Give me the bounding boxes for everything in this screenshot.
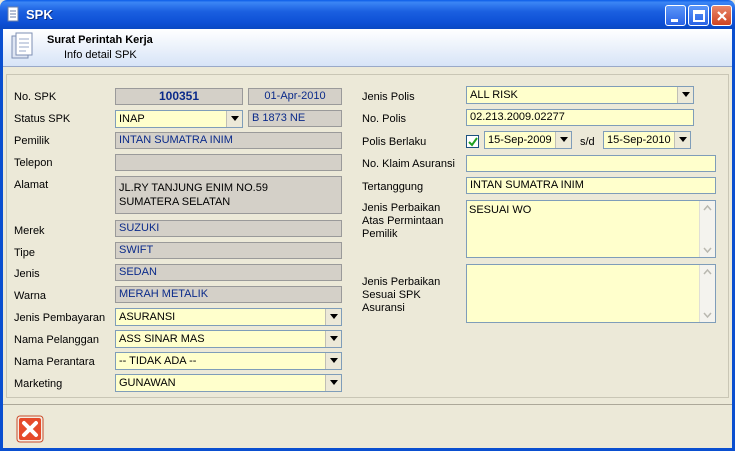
merek-field: SUZUKI: [115, 220, 342, 237]
no-klaim-input[interactable]: [466, 155, 716, 172]
berlaku-dari-picker[interactable]: 15-Sep-2009: [484, 131, 572, 149]
perbaikan-asuransi-textarea[interactable]: [466, 264, 716, 323]
chevron-down-icon[interactable]: [674, 132, 690, 148]
chevron-down-icon[interactable]: [325, 353, 341, 369]
chevron-down-icon[interactable]: [677, 87, 693, 103]
jenis-polis-label: Jenis Polis: [362, 91, 415, 103]
perbaikan-asuransi-scrollbar[interactable]: [699, 265, 715, 322]
warna-field: MERAH METALIK: [115, 286, 342, 303]
document-icon: [7, 6, 19, 22]
nopol-field: B 1873 NE: [248, 110, 342, 127]
pemilik-label: Pemilik: [14, 135, 50, 147]
close-form-button[interactable]: [16, 415, 44, 443]
header-band: Surat Perintah Kerja Info detail SPK: [3, 29, 732, 67]
berlaku-sampai-picker[interactable]: 15-Sep-2010: [603, 131, 691, 149]
tipe-label: Tipe: [14, 247, 35, 259]
pembayaran-select[interactable]: ASURANSI: [115, 308, 342, 326]
close-x-icon: [16, 415, 44, 443]
pelanggan-value: ASS SINAR MAS: [119, 333, 205, 345]
header-subtitle: Info detail SPK: [64, 49, 137, 61]
perbaikan-pemilik-value: SESUAI WO: [469, 204, 532, 216]
scroll-up-icon[interactable]: [700, 265, 715, 280]
chevron-down-icon[interactable]: [325, 309, 341, 325]
warna-label: Warna: [14, 290, 46, 302]
perantara-select[interactable]: -- TIDAK ADA --: [115, 352, 342, 370]
alamat-line-1: JL.RY TANJUNG ENIM NO.59: [119, 182, 268, 194]
title-bar: SPK: [0, 0, 735, 29]
maximize-icon: [693, 10, 705, 22]
no-spk-label: No. SPK: [14, 91, 57, 103]
jenis-polis-value: ALL RISK: [470, 89, 518, 101]
jenis-field: SEDAN: [115, 264, 342, 281]
footer-separator: [3, 404, 732, 405]
no-klaim-label: No. Klaim Asuransi: [362, 158, 455, 170]
perantara-value: -- TIDAK ADA --: [119, 355, 197, 367]
merek-label: Merek: [14, 225, 45, 237]
window-title: SPK: [26, 7, 53, 22]
tertanggung-input[interactable]: INTAN SUMATRA INIM: [466, 177, 716, 194]
perbaikan-pemilik-label-1: Jenis Perbaikan: [362, 202, 441, 214]
tipe-field: SWIFT: [115, 242, 342, 259]
perbaikan-pemilik-scrollbar[interactable]: [699, 201, 715, 257]
polis-berlaku-checkbox[interactable]: [466, 135, 479, 148]
pembayaran-value: ASURANSI: [119, 311, 176, 323]
minimize-icon: [671, 19, 678, 22]
perbaikan-asuransi-label-2: Sesuai SPK: [362, 289, 421, 301]
perbaikan-pemilik-textarea[interactable]: SESUAI WO: [466, 200, 716, 258]
chevron-down-icon[interactable]: [325, 375, 341, 391]
no-polis-input[interactable]: 02.213.2009.02277: [466, 109, 694, 126]
chevron-down-icon[interactable]: [555, 132, 571, 148]
scroll-up-icon[interactable]: [700, 201, 715, 216]
perbaikan-asuransi-label-1: Jenis Perbaikan: [362, 276, 441, 288]
status-spk-select[interactable]: INAP: [115, 110, 243, 128]
alamat-field: JL.RY TANJUNG ENIM NO.59 SUMATERA SELATA…: [115, 176, 342, 214]
window-close-button[interactable]: [711, 5, 732, 26]
jenis-polis-select[interactable]: ALL RISK: [466, 86, 694, 104]
minimize-button[interactable]: [665, 5, 686, 26]
document-stack-icon: [11, 32, 33, 59]
pelanggan-label: Nama Pelanggan: [14, 334, 100, 346]
marketing-label: Marketing: [14, 378, 63, 390]
alamat-line-2: SUMATERA SELATAN: [119, 196, 231, 208]
telepon-field: [115, 154, 342, 171]
telepon-label: Telepon: [14, 157, 53, 169]
status-spk-value: INAP: [119, 113, 145, 125]
close-icon: [717, 11, 727, 21]
chevron-down-icon[interactable]: [226, 111, 242, 127]
status-spk-label: Status SPK: [14, 113, 71, 125]
berlaku-dari-value: 15-Sep-2009: [488, 134, 552, 146]
checkmark-icon: [468, 137, 478, 147]
marketing-select[interactable]: GUNAWAN: [115, 374, 342, 392]
perbaikan-asuransi-label-3: Asuransi: [362, 302, 405, 314]
marketing-value: GUNAWAN: [119, 377, 176, 389]
alamat-label: Alamat: [14, 179, 49, 191]
scroll-down-icon[interactable]: [700, 242, 715, 257]
pemilik-field: INTAN SUMATRA INIM: [115, 132, 342, 149]
pembayaran-label: Jenis Pembayaran: [14, 312, 106, 324]
header-title: Surat Perintah Kerja: [47, 34, 153, 46]
polis-berlaku-label: Polis Berlaku: [362, 136, 427, 148]
no-polis-label: No. Polis: [362, 113, 407, 125]
tertanggung-label: Tertanggung: [362, 181, 424, 193]
chevron-down-icon[interactable]: [325, 331, 341, 347]
tanggal-spk-field: 01-Apr-2010: [248, 88, 342, 105]
no-spk-field: 100351: [115, 88, 243, 105]
jenis-label: Jenis: [14, 268, 40, 280]
perbaikan-pemilik-label-3: Pemilik: [362, 228, 398, 240]
maximize-button[interactable]: [688, 5, 709, 26]
pelanggan-select[interactable]: ASS SINAR MAS: [115, 330, 342, 348]
scroll-down-icon[interactable]: [700, 307, 715, 322]
sd-label: s/d: [580, 136, 595, 148]
berlaku-sampai-value: 15-Sep-2010: [607, 134, 671, 146]
perantara-label: Nama Perantara: [14, 356, 95, 368]
perbaikan-pemilik-label-2: Atas Permintaan: [362, 215, 444, 227]
